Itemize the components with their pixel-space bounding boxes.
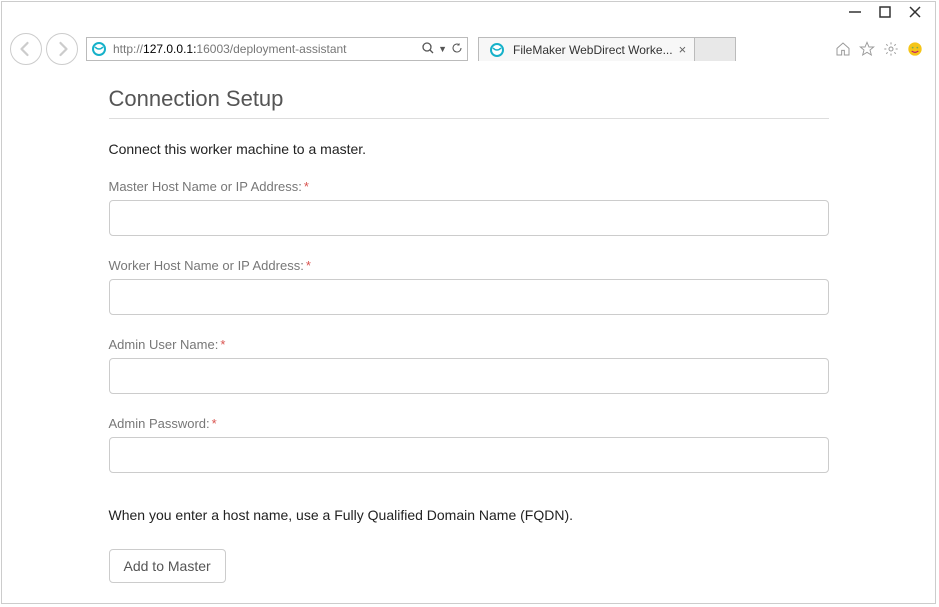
input-admin-pass[interactable] — [109, 437, 829, 473]
label-master-host-text: Master Host Name or IP Address: — [109, 179, 302, 194]
tab-active[interactable]: FileMaker WebDirect Worke... × — [478, 37, 695, 61]
tab-close-button[interactable]: × — [677, 42, 689, 57]
toolbar-right-icons — [835, 41, 927, 57]
tab-strip: FileMaker WebDirect Worke... × — [478, 37, 736, 61]
label-admin-pass-text: Admin Password: — [109, 416, 210, 431]
window-controls — [849, 6, 935, 18]
input-worker-host[interactable] — [109, 279, 829, 315]
field-master-host: Master Host Name or IP Address:* — [109, 179, 829, 236]
favorites-icon[interactable] — [859, 41, 875, 57]
url-text: http://127.0.0.1:16003/deployment-assist… — [111, 42, 418, 56]
field-admin-user: Admin User Name:* — [109, 337, 829, 394]
label-master-host: Master Host Name or IP Address:* — [109, 179, 829, 194]
home-icon[interactable] — [835, 41, 851, 57]
minimize-button[interactable] — [849, 6, 861, 18]
search-icon[interactable] — [422, 42, 434, 57]
browser-toolbar: http://127.0.0.1:16003/deployment-assist… — [2, 34, 935, 68]
tab-favicon-icon — [489, 42, 505, 58]
required-marker: * — [220, 337, 225, 352]
browser-window: http://127.0.0.1:16003/deployment-assist… — [1, 1, 936, 604]
label-admin-user-text: Admin User Name: — [109, 337, 219, 352]
add-to-master-button[interactable]: Add to Master — [109, 549, 226, 583]
required-marker: * — [304, 179, 309, 194]
forward-button[interactable] — [46, 33, 78, 65]
url-path: 16003/deployment-assistant — [196, 42, 346, 56]
refresh-button[interactable] — [451, 42, 463, 57]
tab-label: FileMaker WebDirect Worke... — [513, 43, 673, 57]
page-note: When you enter a host name, use a Fully … — [109, 507, 829, 523]
settings-icon[interactable] — [883, 41, 899, 57]
url-host: 127.0.0.1: — [143, 42, 196, 56]
field-worker-host: Worker Host Name or IP Address:* — [109, 258, 829, 315]
url-prefix: http:// — [113, 42, 143, 56]
site-favicon-icon — [91, 41, 107, 57]
required-marker: * — [306, 258, 311, 273]
back-button[interactable] — [10, 33, 42, 65]
maximize-button[interactable] — [879, 6, 891, 18]
input-master-host[interactable] — [109, 200, 829, 236]
window-titlebar — [2, 2, 935, 34]
address-bar[interactable]: http://127.0.0.1:16003/deployment-assist… — [86, 37, 468, 61]
label-admin-user: Admin User Name:* — [109, 337, 829, 352]
page-viewport: Connection Setup Connect this worker mac… — [2, 68, 935, 604]
new-tab-button[interactable] — [695, 37, 736, 61]
page-intro: Connect this worker machine to a master. — [109, 141, 829, 157]
label-worker-host: Worker Host Name or IP Address:* — [109, 258, 829, 273]
required-marker: * — [212, 416, 217, 431]
page-content: Connection Setup Connect this worker mac… — [109, 86, 829, 604]
label-worker-host-text: Worker Host Name or IP Address: — [109, 258, 304, 273]
close-button[interactable] — [909, 6, 921, 18]
input-admin-user[interactable] — [109, 358, 829, 394]
dropdown-icon[interactable]: ▼ — [438, 44, 447, 54]
field-admin-pass: Admin Password:* — [109, 416, 829, 473]
address-bar-controls: ▼ — [418, 42, 467, 57]
label-admin-pass: Admin Password:* — [109, 416, 829, 431]
smiley-icon[interactable] — [907, 41, 923, 57]
page-title: Connection Setup — [109, 86, 829, 119]
